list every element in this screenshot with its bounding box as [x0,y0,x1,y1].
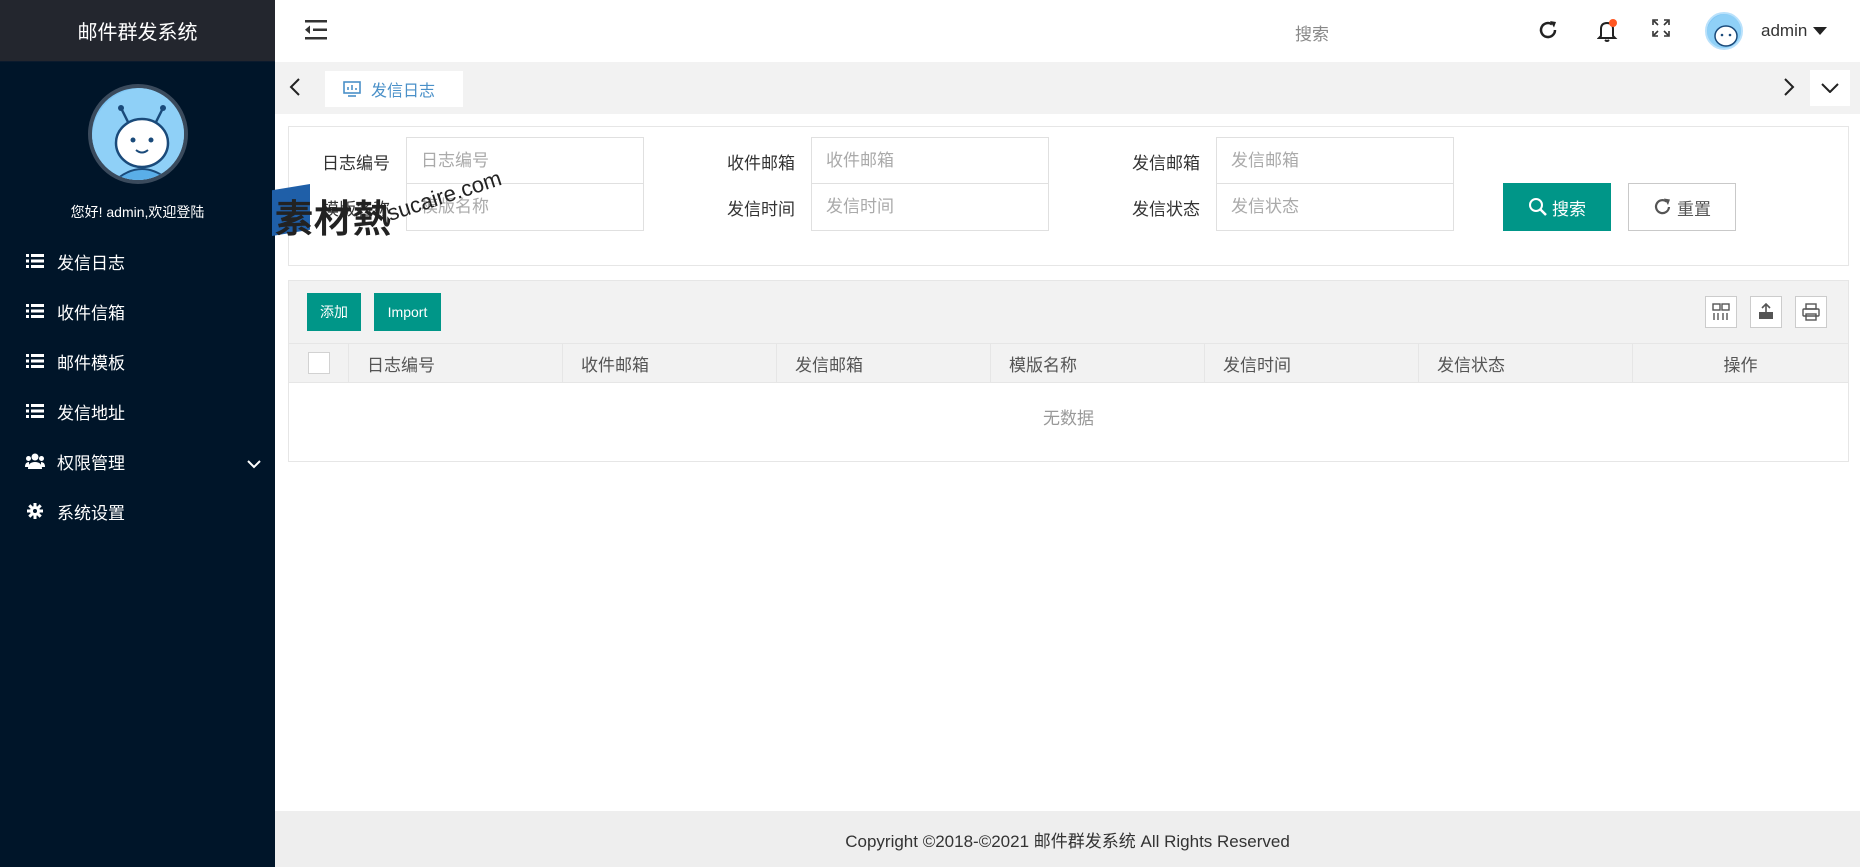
avatar-illustration [91,88,184,180]
column-header[interactable]: 发信邮箱 [777,344,991,382]
sidebar-item-send-log[interactable]: 发信日志 [0,236,275,286]
status-input[interactable] [1216,183,1454,231]
menu-collapse-icon[interactable] [305,19,329,46]
sidebar-item-sender-address[interactable]: 发信地址 [0,386,275,436]
tab-label: 发信日志 [371,83,436,100]
search-button-label: 搜索 [1552,199,1586,219]
select-all-cell [289,344,349,382]
tab-send-log[interactable]: 发信日志 [325,71,463,107]
avatar[interactable] [87,84,188,184]
list-icon [25,254,45,268]
column-header[interactable]: 收件邮箱 [563,344,777,382]
monitor-icon [343,81,361,97]
filter-label-from-email: 发信邮箱 [1132,153,1200,173]
chevron-down-icon [1821,83,1839,93]
data-table: 添加 Import 日志编号 收件邮箱 发信邮箱 模版名称 发信时间 发信状态 … [288,280,1849,462]
avatar [1705,12,1743,50]
app-title: 邮件群发系统 [0,0,275,62]
gear-icon [25,503,45,519]
table-header: 日志编号 收件邮箱 发信邮箱 模版名称 发信时间 发信状态 操作 [289,343,1848,383]
select-all-checkbox[interactable] [307,352,330,374]
sidebar-item-label: 邮件模板 [57,353,125,373]
table-toolbar: 添加 Import [289,281,1848,343]
top-header: 搜索 admin [275,0,1860,62]
username: admin [1761,21,1808,40]
filter-label-template: 模版名称 [322,199,390,219]
column-header[interactable]: 模版名称 [991,344,1205,382]
log-id-input[interactable] [406,137,644,185]
notification-bell-icon[interactable] [1596,19,1619,48]
search-button[interactable]: 搜索 [1503,183,1611,231]
import-button[interactable]: Import [374,293,441,331]
reset-button-label: 重置 [1677,199,1711,219]
refresh-icon [1654,198,1671,215]
column-header[interactable]: 发信状态 [1419,344,1633,382]
chevron-right-icon[interactable] [1783,78,1795,101]
empty-state: 无数据 [1043,408,1094,428]
to-email-input[interactable] [811,137,1049,185]
print-icon[interactable] [1795,296,1827,328]
sidebar-item-label: 收件信箱 [57,303,125,323]
list-icon [25,354,45,368]
fullscreen-icon[interactable] [1652,19,1670,42]
from-email-input[interactable] [1216,137,1454,185]
search-icon [1529,198,1547,216]
list-icon [25,404,45,418]
template-input[interactable] [406,183,644,231]
sidebar-item-inbox[interactable]: 收件信箱 [0,286,275,336]
column-header[interactable]: 日志编号 [349,344,563,382]
sidebar-item-label: 系统设置 [57,503,125,523]
chevron-left-icon[interactable] [289,78,301,101]
sidebar-item-templates[interactable]: 邮件模板 [0,336,275,386]
filter-label-send-time: 发信时间 [727,199,795,219]
sidebar-nav: 发信日志 收件信箱 邮件模板 发信地址 权限管理 系统设置 [0,236,275,536]
search-form: 日志编号 收件邮箱 发信邮箱 模版名称 发信时间 发信状态 搜索 [288,126,1849,266]
columns-icon[interactable] [1705,296,1737,328]
sidebar-item-label: 发信日志 [57,253,125,273]
filter-label-to-email: 收件邮箱 [727,153,795,173]
reset-button[interactable]: 重置 [1628,183,1736,231]
add-button[interactable]: 添加 [307,293,361,331]
users-icon [25,453,45,469]
filter-label-log-id: 日志编号 [322,153,390,173]
filter-label-status: 发信状态 [1132,199,1200,219]
refresh-icon[interactable] [1537,19,1559,46]
tab-dropdown-button[interactable] [1810,70,1850,106]
sidebar-item-label: 发信地址 [57,403,125,423]
column-header[interactable]: 发信时间 [1205,344,1419,382]
tab-bar: 发信日志 [275,62,1860,114]
header-search[interactable]: 搜索 [1295,20,1329,45]
user-menu[interactable]: admin [1705,12,1828,50]
export-icon[interactable] [1750,296,1782,328]
chevron-down-icon [247,454,261,474]
column-header: 操作 [1723,355,1758,375]
send-time-input[interactable] [811,183,1049,231]
sidebar: 邮件群发系统 您好! admin,欢迎登陆 发信日志 收件信箱 邮件模板 发信地… [0,0,275,867]
sidebar-item-label: 权限管理 [57,453,125,473]
footer: Copyright ©2018-©2021 邮件群发系统 All Rights … [275,811,1860,867]
caret-down-icon [1813,22,1828,40]
welcome-text: 您好! admin,欢迎登陆 [70,204,205,220]
list-icon [25,304,45,318]
sidebar-item-permissions[interactable]: 权限管理 [0,436,275,486]
sidebar-item-settings[interactable]: 系统设置 [0,486,275,536]
main-content: 日志编号 收件邮箱 发信邮箱 模版名称 发信时间 发信状态 搜索 [275,114,1860,811]
